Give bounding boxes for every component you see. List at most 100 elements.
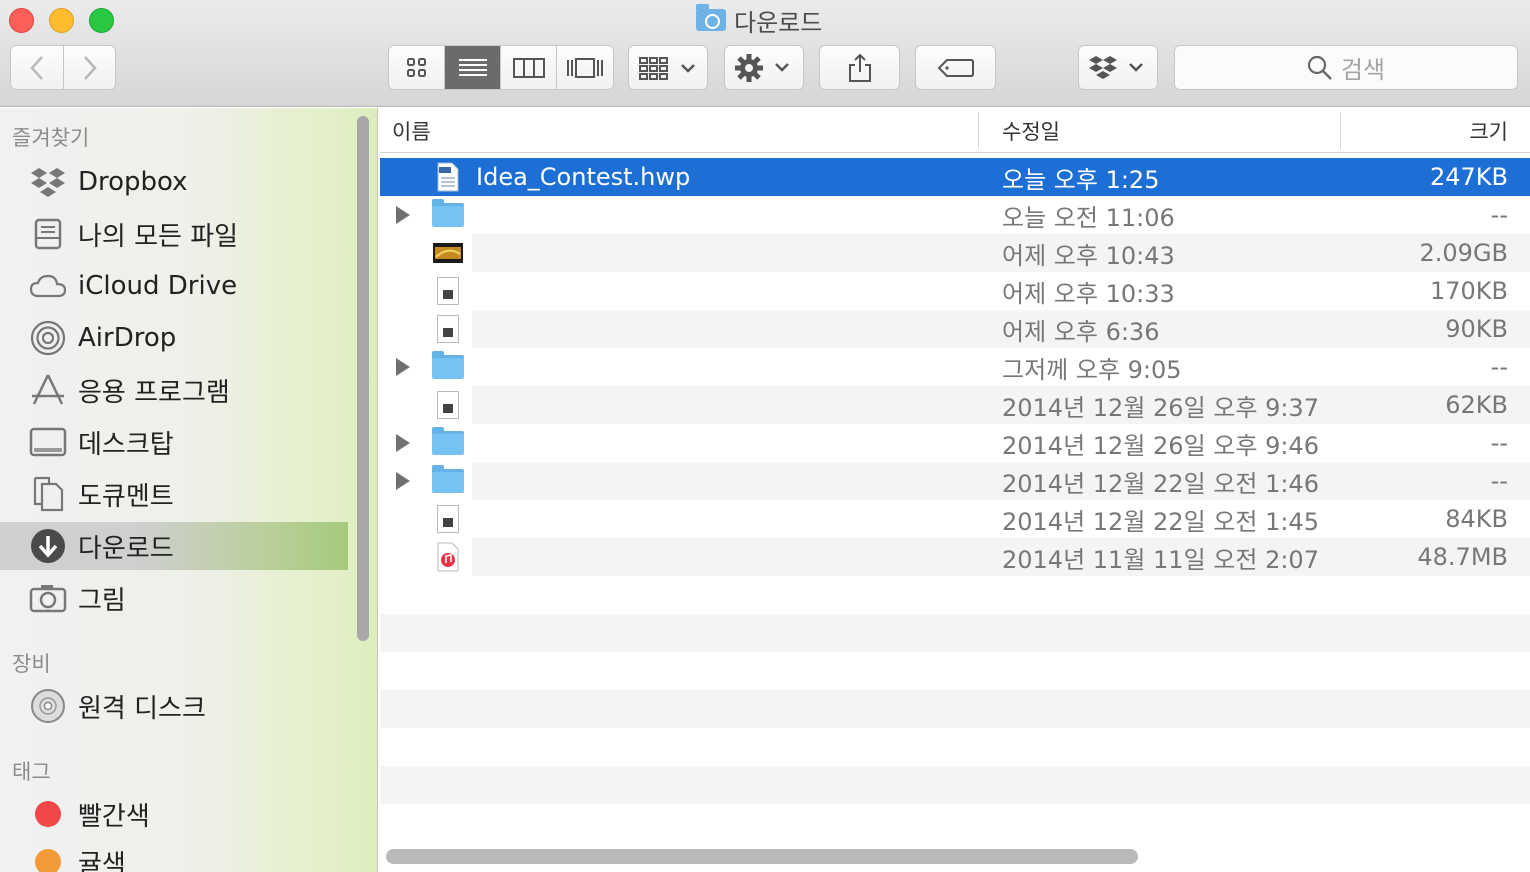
list-view-button[interactable]	[445, 46, 501, 89]
disclosure-triangle-icon[interactable]	[396, 434, 410, 452]
chevron-left-icon	[30, 55, 43, 80]
file-date: 2014년 12월 22일 오전 1:46	[1002, 469, 1319, 498]
sidebar-item-documents[interactable]: 도큐멘트	[0, 470, 348, 518]
sidebar-item-label: Dropbox	[78, 167, 188, 197]
file-row[interactable]: 어제 오후 10:33 170KB	[380, 272, 1530, 310]
search-placeholder: 검색	[1340, 56, 1386, 84]
share-button[interactable]	[819, 45, 900, 90]
file-size: 84KB	[1445, 505, 1508, 533]
file-row[interactable]: Idea_Contest.hwp 오늘 오후 1:25 247KB	[380, 158, 1530, 196]
sidebar-section-tags: 태그	[12, 760, 51, 784]
file-row[interactable]: 어제 오후 10:43 2.09GB	[380, 234, 1530, 272]
remote-disc-icon	[28, 688, 68, 724]
sidebar-item-downloads[interactable]: 다운로드	[0, 522, 348, 570]
tag-dot-icon	[28, 844, 68, 872]
view-mode-switcher	[388, 45, 614, 90]
file-size: 170KB	[1429, 277, 1508, 305]
sidebar-item-label: 귤색	[78, 849, 126, 872]
file-row[interactable]: 2014년 12월 22일 오전 1:45 84KB	[380, 500, 1530, 538]
sidebar-section-devices: 장비	[12, 652, 51, 676]
column-header-date[interactable]: 수정일	[1002, 108, 1060, 153]
file-date: 2014년 12월 26일 오후 9:46	[1002, 431, 1319, 460]
folder-icon	[432, 351, 464, 382]
disclosure-triangle-icon[interactable]	[396, 358, 410, 376]
file-size: --	[1490, 201, 1508, 229]
sidebar-item-all-files[interactable]: 나의 모든 파일	[0, 210, 348, 258]
file-row[interactable]: 2014년 12월 26일 오후 9:46 --	[380, 424, 1530, 462]
column-view-button[interactable]	[501, 46, 557, 89]
search-icon	[1307, 55, 1332, 80]
horizontal-scrollbar[interactable]	[386, 849, 1138, 864]
file-row[interactable]: 2014년 12월 26일 오후 9:37 62KB	[380, 386, 1530, 424]
empty-row	[380, 576, 1530, 614]
icon-view-button[interactable]	[389, 46, 445, 89]
file-row[interactable]: 2014년 11월 11일 오전 2:07 48.7MB	[380, 538, 1530, 576]
downloads-folder-icon	[696, 4, 726, 31]
search-field[interactable]: 검색	[1174, 45, 1518, 90]
empty-row	[380, 614, 1530, 652]
arrange-button[interactable]	[628, 45, 708, 90]
file-size: 2.09GB	[1419, 239, 1509, 267]
empty-row	[380, 804, 1530, 842]
file-size: 62KB	[1445, 391, 1508, 419]
file-rows: Idea_Contest.hwp 오늘 오후 1:25 247KB 오늘 오전 …	[380, 158, 1530, 842]
document-file-icon	[432, 276, 464, 306]
gear-icon	[735, 53, 789, 82]
action-button[interactable]	[724, 45, 804, 90]
coverflow-view-button[interactable]	[557, 46, 613, 89]
forward-button[interactable]	[63, 45, 116, 90]
sidebar-item-dropbox[interactable]: Dropbox	[0, 158, 348, 206]
sidebar-item-label: 빨간색	[78, 801, 150, 832]
file-row[interactable]: 오늘 오전 11:06 --	[380, 196, 1530, 234]
toolbar: 다운로드 검색	[0, 0, 1530, 107]
sidebar-item-tag-orange[interactable]: 귤색	[0, 838, 348, 872]
file-row[interactable]: 어제 오후 6:36 90KB	[380, 310, 1530, 348]
column-header-size[interactable]: 크기	[1469, 108, 1508, 153]
dropbox-icon	[28, 164, 68, 200]
sidebar-item-desktop[interactable]: 데스크탑	[0, 418, 348, 466]
zoom-button[interactable]	[89, 8, 114, 33]
file-row[interactable]: 2014년 12월 22일 오전 1:46 --	[380, 462, 1530, 500]
file-date: 오늘 오후 1:25	[1002, 165, 1160, 194]
close-button[interactable]	[9, 8, 34, 33]
file-row[interactable]: 그저께 오후 9:05 --	[380, 348, 1530, 386]
dropbox-icon	[1089, 55, 1143, 79]
audio-file-icon	[432, 542, 464, 572]
list-view-icon	[458, 58, 487, 76]
sidebar-item-label: 그림	[78, 585, 126, 616]
file-list: 이름 수정일 크기 Idea_Contest.hwp 오늘 오후 1:25 24…	[380, 108, 1530, 872]
sidebar-item-icloud-drive[interactable]: iCloud Drive	[0, 262, 348, 310]
sidebar-item-pictures[interactable]: 그림	[0, 574, 348, 622]
disclosure-triangle-icon[interactable]	[396, 472, 410, 490]
tag-button[interactable]	[915, 45, 996, 90]
cloud-icon	[28, 268, 68, 304]
sidebar-item-label: 원격 디스크	[78, 693, 206, 724]
sidebar-section-favorites: 즐겨찾기	[12, 126, 90, 150]
sidebar-item-tag-red[interactable]: 빨간색	[0, 790, 348, 838]
disclosure-triangle-icon[interactable]	[396, 206, 410, 224]
empty-row	[380, 728, 1530, 766]
column-header-name[interactable]: 이름	[392, 108, 431, 153]
dropbox-button[interactable]	[1078, 45, 1158, 90]
sidebar-item-label: AirDrop	[78, 323, 177, 353]
sidebar-item-label: 다운로드	[78, 533, 174, 564]
minimize-button[interactable]	[49, 8, 74, 33]
coverflow-view-icon	[567, 57, 603, 78]
document-file-icon	[432, 390, 464, 420]
back-button[interactable]	[10, 45, 64, 90]
sidebar-item-label: 나의 모든 파일	[78, 221, 239, 252]
airdrop-icon	[28, 320, 68, 356]
sidebar-item-applications[interactable]: 응용 프로그램	[0, 366, 348, 414]
file-date: 어제 오후 6:36	[1002, 317, 1160, 346]
sidebar-scrollbar[interactable]	[355, 116, 371, 641]
sidebar-item-airdrop[interactable]: AirDrop	[0, 314, 348, 362]
folder-icon	[432, 427, 464, 458]
sidebar-item-remote-disc[interactable]: 원격 디스크	[0, 682, 348, 730]
finder-window: 다운로드 검색 즐겨찾기 Dropbox 나의 모든 파일 iCloud Dri…	[0, 0, 1530, 872]
video-file-icon	[432, 238, 464, 268]
sidebar-item-label: 데스크탑	[78, 429, 174, 460]
document-file-icon	[432, 314, 464, 344]
share-icon	[848, 53, 871, 82]
tag-dot-icon	[28, 796, 68, 832]
camera-icon	[28, 580, 68, 616]
